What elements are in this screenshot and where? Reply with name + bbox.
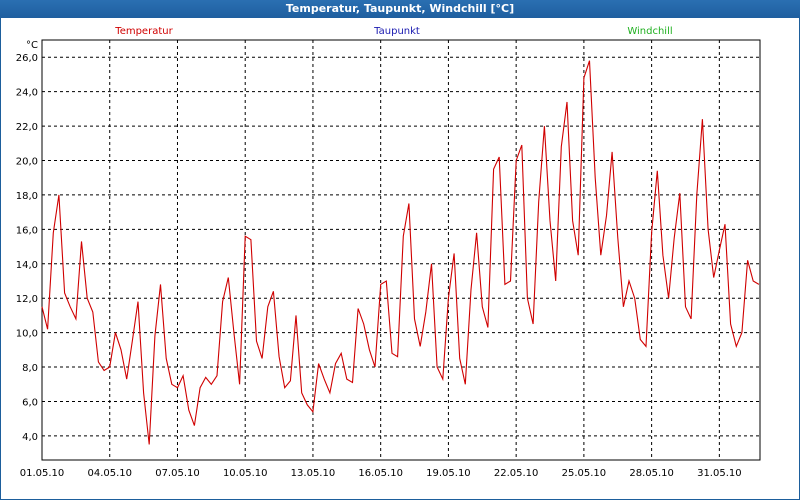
- y-tick-label: 20,0: [16, 156, 38, 167]
- legend: Temperatur Taupunkt Windchill: [114, 26, 672, 37]
- x-tick-label: 07.05.10: [155, 468, 200, 479]
- y-axis-ticks: 4,0 6,0 8,0 10,0 12,0 14,0 16,0 18,0 20,0 22,0 24,…: [16, 53, 38, 443]
- y-tick-label: 8,0: [22, 363, 38, 374]
- y-tick-label: 18,0: [16, 191, 38, 202]
- x-tick-label: 01.05.10: [20, 468, 65, 479]
- legend-entry: Windchill: [627, 26, 672, 37]
- x-tick-label: 19.05.10: [426, 468, 471, 479]
- x-tick-label: 13.05.10: [291, 468, 336, 479]
- plot-area: [41, 39, 761, 461]
- x-tick-label: 04.05.10: [87, 468, 132, 479]
- legend-entry: Taupunkt: [373, 26, 420, 37]
- grid: [41, 40, 760, 460]
- y-tick-label: 24,0: [16, 88, 38, 99]
- x-tick-label: 22.05.10: [494, 468, 539, 479]
- x-tick-label: 31.05.10: [697, 468, 742, 479]
- legend-entry: Temperatur: [114, 26, 173, 37]
- x-axis-ticks: 01.05.10 04.05.10 07.05.10 10.05.10 13.05.10…: [20, 468, 742, 479]
- y-tick-label: 4,0: [22, 432, 38, 443]
- y-axis-unit: °C: [26, 40, 38, 51]
- y-tick-label: 10,0: [16, 329, 38, 340]
- x-tick-label: 25.05.10: [562, 468, 607, 479]
- y-tick-label: 26,0: [16, 53, 38, 64]
- x-tick-label: 16.05.10: [358, 468, 403, 479]
- x-tick-label: 10.05.10: [223, 468, 268, 479]
- y-tick-label: 6,0: [22, 397, 38, 408]
- y-tick-label: 16,0: [16, 225, 38, 236]
- y-tick-label: 14,0: [16, 260, 38, 271]
- y-tick-label: 12,0: [16, 294, 38, 305]
- chart: °C 4,0 6,0 8,0 10,0 12,0 14,0 16,0 18,0 20,0 22,0…: [16, 26, 761, 479]
- y-tick-label: 22,0: [16, 122, 38, 133]
- x-tick-label: 28.05.10: [629, 468, 674, 479]
